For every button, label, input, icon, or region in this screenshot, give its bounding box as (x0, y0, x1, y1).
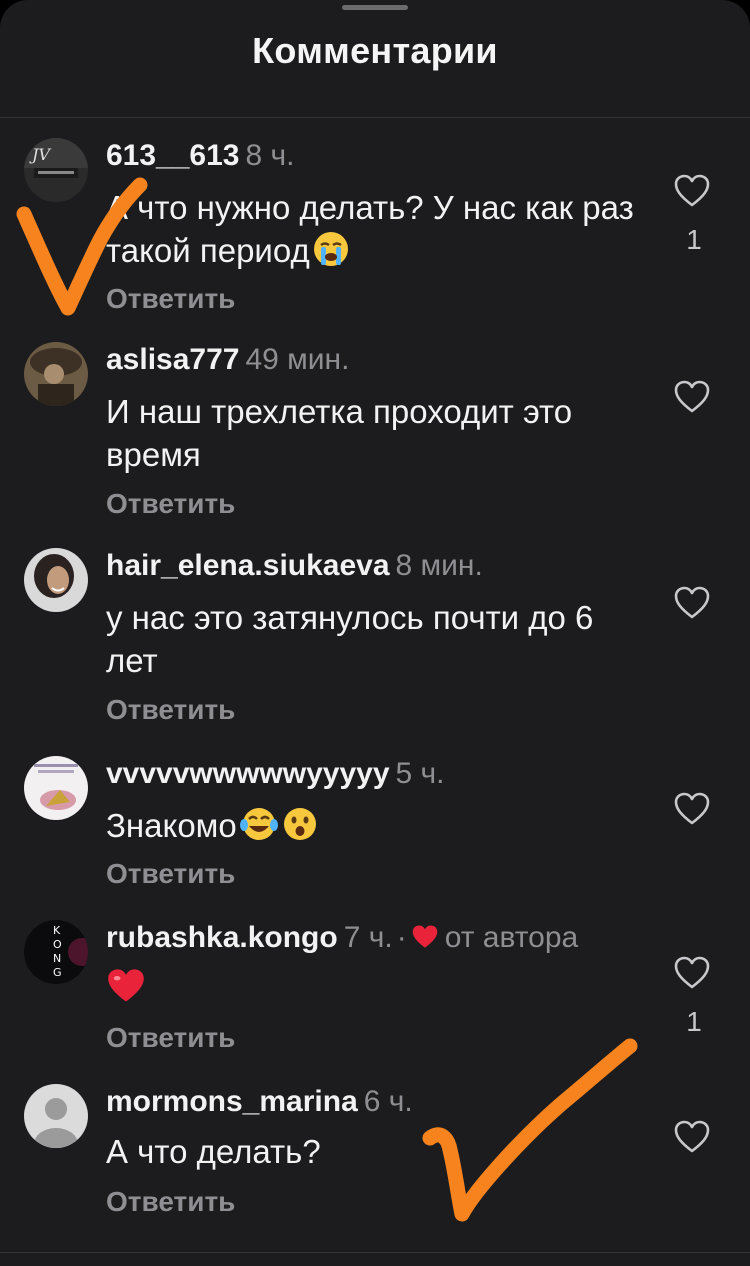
heart-outline-icon (674, 174, 710, 207)
username[interactable]: mormons_marina (106, 1085, 358, 1118)
heart-outline-icon (674, 956, 710, 989)
avatar-letter: K (53, 924, 61, 937)
timestamp: 49 мин. (245, 343, 350, 376)
comment-header: mormons_marina 6 ч. (106, 1084, 413, 1120)
separator-dot: · (396, 921, 407, 954)
default-avatar-icon (24, 1084, 88, 1148)
like-button[interactable] (674, 792, 714, 828)
heart-outline-icon (674, 380, 710, 413)
avatar-letter: G (53, 966, 62, 979)
avatar[interactable] (24, 548, 88, 612)
comment-text: А что нужно делать? У нас как раз такой … (106, 186, 646, 278)
like-button[interactable] (674, 380, 714, 416)
comment-header: rubashka.kongo 7 ч. · от автора (106, 920, 578, 959)
username[interactable]: hair_elena.siukaeva (106, 549, 390, 582)
like-count: 1 (686, 224, 702, 255)
like-button[interactable] (674, 174, 714, 210)
heart-outline-icon (674, 586, 710, 619)
comment-text: А что делать? (106, 1133, 321, 1170)
comment-text (106, 966, 646, 1015)
timestamp: 7 ч. (343, 921, 393, 954)
timestamp: 6 ч. (363, 1085, 413, 1118)
avatar[interactable] (24, 1084, 88, 1148)
face-with-tears-of-joy-icon (239, 805, 279, 853)
face-with-open-mouth-icon (281, 805, 319, 853)
timestamp: 5 ч. (395, 757, 445, 790)
timestamp: 8 мин. (395, 549, 483, 582)
sheet-grabber[interactable] (342, 5, 408, 10)
reply-button[interactable]: Ответить (106, 1186, 235, 1218)
username[interactable]: vvvvvwwwwwyyyyy (106, 757, 390, 790)
red-heart-icon (106, 967, 146, 1015)
comment-header: hair_elena.siukaeva 8 мин. (106, 548, 483, 584)
like-count: 1 (686, 1006, 702, 1037)
comment-header: 613__613 8 ч. (106, 138, 294, 174)
reply-button[interactable]: Ответить (106, 488, 235, 520)
comment-header: vvvvvwwwwwyyyyy 5 ч. (106, 756, 445, 792)
like-button[interactable] (674, 1120, 714, 1156)
reply-button[interactable]: Ответить (106, 283, 235, 315)
reply-button[interactable]: Ответить (106, 858, 235, 890)
header-divider (0, 117, 750, 118)
loudly-crying-face-icon (312, 230, 350, 278)
heart-outline-icon (674, 792, 710, 825)
bottom-divider (0, 1252, 750, 1253)
comments-sheet: Комментарии JV 613__613 8 ч. А что нужно … (0, 0, 750, 1266)
heart-outline-icon (674, 1120, 710, 1153)
timestamp: 8 ч. (245, 139, 295, 172)
avatar[interactable]: JV (24, 138, 88, 202)
sheet-title: Комментарии (252, 30, 498, 71)
comment-text: у нас это затянулось почти до 6 лет (106, 599, 594, 679)
svg-text:JV: JV (29, 145, 51, 164)
like-button[interactable] (674, 586, 714, 622)
comment-text-content: А что нужно делать? У нас как раз такой … (106, 189, 634, 269)
like-button[interactable] (674, 956, 714, 992)
avatar-letter: O (53, 938, 62, 951)
comment-text-content: Знакомо (106, 807, 237, 844)
comment-header: aslisa777 49 мин. (106, 342, 349, 378)
username[interactable]: 613__613 (106, 139, 239, 172)
comment-text: Знакомо (106, 804, 646, 853)
red-heart-icon (411, 923, 439, 959)
liked-by-author-label: от автора (444, 921, 579, 954)
avatar[interactable]: K O N G (24, 920, 88, 984)
reply-button[interactable]: Ответить (106, 694, 235, 726)
comment-text: И наш трехлетка проходит это время (106, 393, 573, 473)
avatar[interactable] (24, 756, 88, 820)
username[interactable]: rubashka.kongo (106, 921, 338, 954)
username[interactable]: aslisa777 (106, 343, 239, 376)
avatar[interactable] (24, 342, 88, 406)
avatar-letter: N (53, 952, 61, 965)
reply-button[interactable]: Ответить (106, 1022, 235, 1054)
